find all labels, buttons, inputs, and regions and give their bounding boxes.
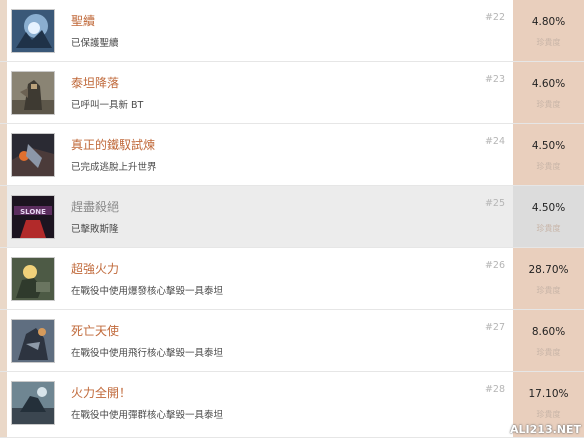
achievement-description: 在戰役中使用飛行核心擊毀一具泰坦 [71, 348, 224, 359]
rarity-percent: 8.60% [531, 326, 566, 338]
achievement-description: 已呼叫一具新 BT [71, 100, 144, 111]
achievement-title: 死亡天使 [71, 324, 120, 338]
rarity-panel: 8.60% 珍貴度 [513, 310, 584, 371]
rarity-percent: 28.70% [528, 264, 569, 276]
rarity-label: 珍貴度 [536, 348, 561, 357]
row-accent-bar [0, 372, 7, 437]
site-watermark: ALI213.NET [510, 423, 581, 436]
rarity-percent: 4.50% [531, 202, 566, 214]
achievement-thumbnail [11, 319, 55, 363]
achievement-number: #27 [484, 322, 505, 333]
achievement-title: 真正的鐵馭試煉 [71, 138, 156, 152]
svg-text:SLONE: SLONE [20, 208, 46, 216]
achievement-row[interactable]: SLONE 趕盡殺絕 已擊敗斯隆 #25 4.50% 珍貴度 [0, 186, 584, 248]
achievement-description: 已保護聖續 [71, 38, 119, 49]
achievement-description: 已擊敗斯隆 [71, 224, 119, 235]
rarity-panel: 4.80% 珍貴度 [513, 0, 584, 61]
achievement-description: 在戰役中使用爆發核心擊毀一具泰坦 [71, 286, 224, 297]
achievement-body: 超強火力 在戰役中使用爆發核心擊毀一具泰坦 #26 [7, 248, 513, 309]
rarity-percent: 4.80% [531, 16, 566, 28]
achievement-body: 泰坦降落 已呼叫一具新 BT #23 [7, 62, 513, 123]
row-accent-bar [0, 248, 7, 309]
achievement-description: 在戰役中使用彈群核心擊毀一具泰坦 [71, 410, 224, 421]
achievement-thumbnail [11, 133, 55, 177]
achievement-body: SLONE 趕盡殺絕 已擊敗斯隆 #25 [7, 186, 513, 247]
achievement-row[interactable]: 聖續 已保護聖續 #22 4.80% 珍貴度 [0, 0, 584, 62]
achievement-title: 超強火力 [71, 262, 120, 276]
achievement-thumbnail [11, 9, 55, 53]
row-accent-bar [0, 0, 7, 61]
rarity-panel: 4.60% 珍貴度 [513, 62, 584, 123]
row-accent-bar [0, 186, 7, 247]
achievement-row[interactable]: 超強火力 在戰役中使用爆發核心擊毀一具泰坦 #26 28.70% 珍貴度 [0, 248, 584, 310]
achievement-title: 趕盡殺絕 [71, 200, 120, 214]
achievement-title: 聖續 [71, 14, 96, 28]
rarity-label: 珍貴度 [536, 100, 561, 109]
achievement-row[interactable]: 泰坦降落 已呼叫一具新 BT #23 4.60% 珍貴度 [0, 62, 584, 124]
achievement-thumbnail: SLONE [11, 195, 55, 239]
rarity-percent: 4.60% [531, 78, 566, 90]
achievement-title: 泰坦降落 [71, 76, 120, 90]
achievement-thumbnail [11, 71, 55, 115]
achievement-number: #22 [484, 12, 505, 23]
achievement-description: 已完成逃脫上升世界 [71, 162, 157, 173]
achievement-number: #23 [484, 74, 505, 85]
rarity-label: 珍貴度 [536, 38, 561, 47]
achievement-thumbnail [11, 381, 55, 425]
rarity-panel: 28.70% 珍貴度 [513, 248, 584, 309]
achievement-row[interactable]: 死亡天使 在戰役中使用飛行核心擊毀一具泰坦 #27 8.60% 珍貴度 [0, 310, 584, 372]
achievement-title: 火力全開！ [71, 386, 132, 400]
achievement-row[interactable]: 真正的鐵馭試煉 已完成逃脫上升世界 #24 4.50% 珍貴度 [0, 124, 584, 186]
achievement-thumbnail [11, 257, 55, 301]
rarity-panel: 4.50% 珍貴度 [513, 124, 584, 185]
row-accent-bar [0, 310, 7, 371]
row-accent-bar [0, 62, 7, 123]
achievement-body: 真正的鐵馭試煉 已完成逃脫上升世界 #24 [7, 124, 513, 185]
rarity-percent: 17.10% [528, 388, 569, 400]
achievement-number: #26 [484, 260, 505, 271]
rarity-label: 珍貴度 [536, 224, 561, 233]
achievement-number: #25 [484, 198, 505, 209]
rarity-percent: 4.50% [531, 140, 566, 152]
rarity-panel: 4.50% 珍貴度 [513, 186, 584, 247]
achievement-body: 聖續 已保護聖續 #22 [7, 0, 513, 61]
achievement-list: 聖續 已保護聖續 #22 4.80% 珍貴度 泰坦降落 已呼叫一具新 BT #2… [0, 0, 584, 438]
achievement-body: 火力全開！ 在戰役中使用彈群核心擊毀一具泰坦 #28 [7, 372, 513, 437]
rarity-label: 珍貴度 [536, 410, 561, 419]
achievement-row[interactable]: 火力全開！ 在戰役中使用彈群核心擊毀一具泰坦 #28 17.10% 珍貴度 [0, 372, 584, 438]
row-accent-bar [0, 124, 7, 185]
rarity-label: 珍貴度 [536, 286, 561, 295]
rarity-label: 珍貴度 [536, 162, 561, 171]
achievement-number: #24 [484, 136, 505, 147]
achievement-number: #28 [484, 384, 505, 395]
achievement-body: 死亡天使 在戰役中使用飛行核心擊毀一具泰坦 #27 [7, 310, 513, 371]
